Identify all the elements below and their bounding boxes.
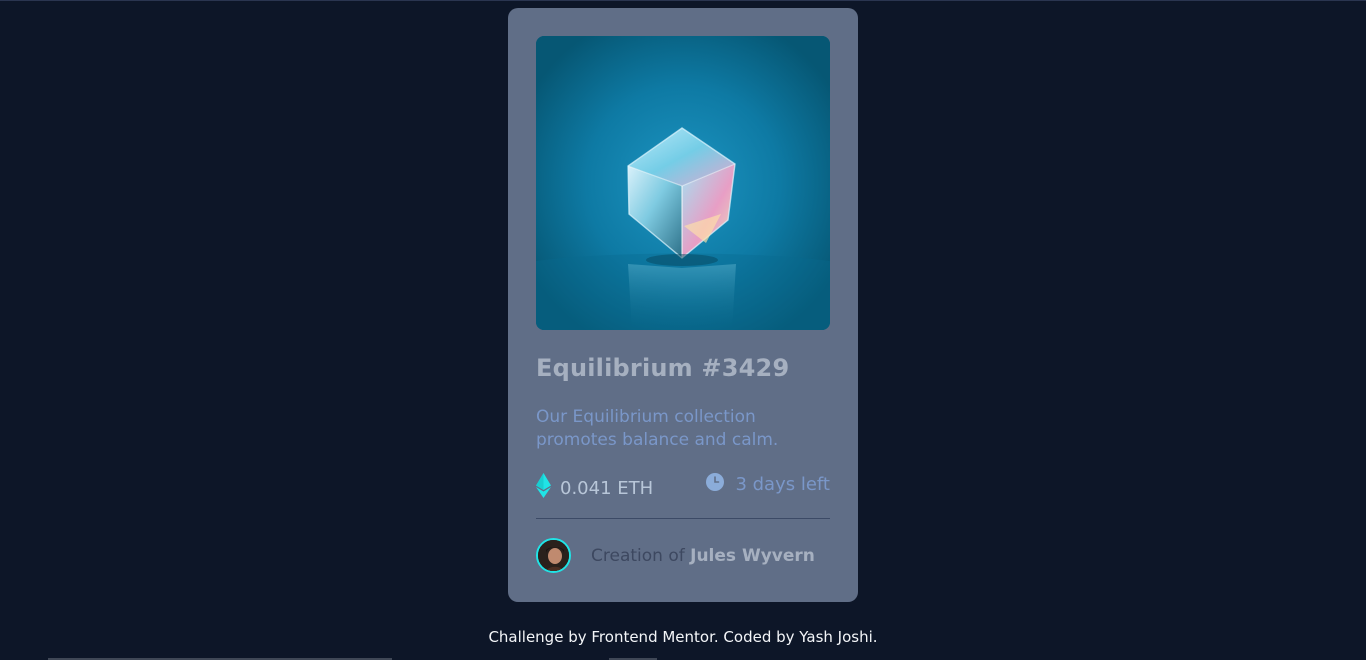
avatar	[536, 538, 571, 573]
creator: Creation of Jules Wyvern	[536, 538, 815, 573]
attribution-prefix: Challenge by	[488, 628, 587, 646]
creator-line: Creation of Jules Wyvern	[591, 546, 815, 566]
clock-icon	[706, 473, 725, 496]
divider	[536, 518, 830, 519]
page: Equilibrium #3429 Our Equilibrium collec…	[0, 0, 1366, 660]
nft-meta: 0.041 ETH 3 days left	[536, 473, 830, 499]
nft-description: Our Equilibrium collection promotes bala…	[536, 407, 779, 450]
price-value: 0.041 ETH	[560, 477, 654, 499]
frontend-mentor-link[interactable]: Frontend Mentor	[591, 628, 714, 646]
time-left-value: 3 days left	[735, 474, 830, 495]
attribution-middle: . Coded by	[713, 628, 795, 646]
time-left: 3 days left	[706, 473, 830, 496]
equilibrium-cube-image	[536, 36, 830, 330]
price: 0.041 ETH	[536, 473, 653, 503]
creator-prefix: Creation of	[591, 545, 685, 566]
attribution: Challenge by Frontend Mentor. Coded by Y…	[0, 628, 1366, 646]
attribution-suffix: .	[872, 628, 878, 646]
ethereum-icon	[536, 473, 551, 503]
nft-title[interactable]: Equilibrium #3429	[536, 354, 789, 382]
nft-image[interactable]	[536, 36, 830, 330]
nft-card: Equilibrium #3429 Our Equilibrium collec…	[508, 8, 858, 602]
author-link[interactable]: Yash Joshi	[799, 628, 872, 646]
creator-name[interactable]: Jules Wyvern	[690, 546, 815, 566]
